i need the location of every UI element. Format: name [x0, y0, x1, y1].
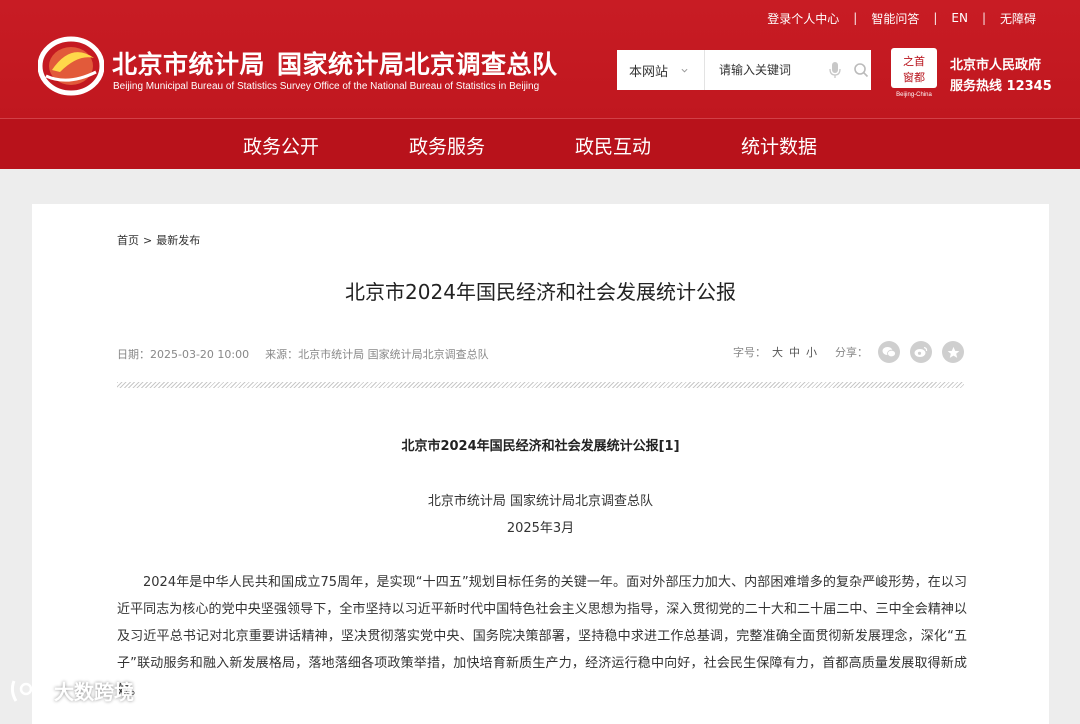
- body-paragraph: 2024年是中华人民共和国成立75周年，是实现“十四五”规划目标任务的关键一年。…: [117, 575, 967, 698]
- watermark: 大数跨境: [8, 676, 134, 705]
- wechat-icon: [882, 347, 896, 358]
- watermark-logo-icon: [10, 679, 45, 702]
- login-link[interactable]: 登录个人中心: [767, 10, 839, 27]
- search-box: 本网站: [617, 50, 871, 90]
- site-header: 登录个人中心 | 智能问答 | EN | 无障碍 北京市统计局 国家统计局北京调查…: [0, 0, 1080, 118]
- site-subtitle: Beijing Municipal Bureau of Statistics S…: [113, 81, 540, 92]
- nav-item-interaction[interactable]: 政民互动: [575, 132, 651, 159]
- date-label: 日期：: [117, 348, 150, 361]
- article-date: 2025-03-20 10:00: [150, 348, 250, 361]
- chevron-down-icon: [681, 68, 688, 73]
- separator: |: [933, 11, 938, 25]
- top-utility-nav: 登录个人中心 | 智能问答 | EN | 无障碍: [767, 10, 1036, 26]
- font-size-large[interactable]: 大: [772, 344, 783, 360]
- emblem-logo-icon[interactable]: [38, 36, 104, 96]
- search-input[interactable]: [717, 62, 821, 78]
- breadcrumb-home[interactable]: 首页: [117, 234, 139, 247]
- site-title[interactable]: 北京市统计局 国家统计局北京调查总队: [112, 45, 558, 81]
- source-label: 来源：: [265, 348, 299, 361]
- gov-seal-icon[interactable]: 之首 窗都 Beijing-China: [891, 48, 937, 98]
- gov-hotline: 服务热线 12345: [950, 79, 1052, 94]
- article-meta: 日期：2025-03-20 10:00 来源：北京市统计局 国家统计局北京调查总队: [117, 346, 489, 362]
- nav-item-statistics[interactable]: 统计数据: [741, 132, 817, 159]
- search-scope-select[interactable]: 本网站: [617, 50, 705, 90]
- body-org: 北京市统计局 国家统计局北京调查总队: [427, 494, 654, 509]
- english-link[interactable]: EN: [951, 11, 968, 25]
- breadcrumb: 首页 > 最新发布: [117, 232, 200, 248]
- favorite-icon: [947, 346, 959, 358]
- separator: |: [853, 11, 858, 25]
- nav-item-gov-services[interactable]: 政务服务: [409, 132, 485, 159]
- search-scope-label: 本网站: [629, 64, 669, 80]
- font-size-medium[interactable]: 中: [789, 344, 800, 360]
- gov-seal-caption: Beijing-China: [896, 92, 932, 98]
- gov-name[interactable]: 北京市人民政府: [950, 54, 1041, 73]
- watermark-text: 大数跨境: [54, 680, 134, 704]
- mic-icon[interactable]: [829, 61, 841, 79]
- main-nav: 政务公开 政务服务 政民互动 统计数据: [0, 118, 1080, 169]
- font-size-label: 字号：: [733, 346, 766, 359]
- svg-text:窗都: 窗都: [903, 70, 925, 84]
- accessibility-link[interactable]: 无障碍: [1000, 10, 1036, 27]
- site-title-bureau: 北京市统计局: [112, 50, 266, 79]
- article-tools: 字号： 大 中 小 分享：: [733, 341, 964, 363]
- weibo-icon: [914, 346, 928, 357]
- site-title-survey-office: 国家统计局北京调查总队: [277, 50, 558, 79]
- font-size-small[interactable]: 小: [806, 344, 817, 360]
- smart-qa-link[interactable]: 智能问答: [871, 10, 919, 27]
- separator: |: [981, 11, 986, 25]
- article-title: 北京市2024年国民经济和社会发展统计公报: [345, 280, 736, 304]
- nav-item-gov-affairs[interactable]: 政务公开: [243, 132, 319, 159]
- search-icon[interactable]: [853, 62, 869, 78]
- svg-text:之首: 之首: [903, 54, 925, 68]
- article-source: 北京市统计局 国家统计局北京调查总队: [298, 348, 489, 361]
- article-card: 首页 > 最新发布 北京市2024年国民经济和社会发展统计公报 日期：2025-03…: [32, 204, 1049, 724]
- title-divider: [117, 382, 964, 388]
- share-label: 分享：: [835, 346, 868, 359]
- favorite-button[interactable]: [942, 341, 964, 363]
- share-weibo-button[interactable]: [910, 341, 932, 363]
- body-title: 北京市2024年国民经济和社会发展统计公报[1]: [401, 439, 680, 454]
- breadcrumb-separator: >: [143, 234, 153, 247]
- body-date: 2025年3月: [506, 521, 575, 536]
- breadcrumb-current[interactable]: 最新发布: [156, 234, 200, 247]
- share-wechat-button[interactable]: [878, 341, 900, 363]
